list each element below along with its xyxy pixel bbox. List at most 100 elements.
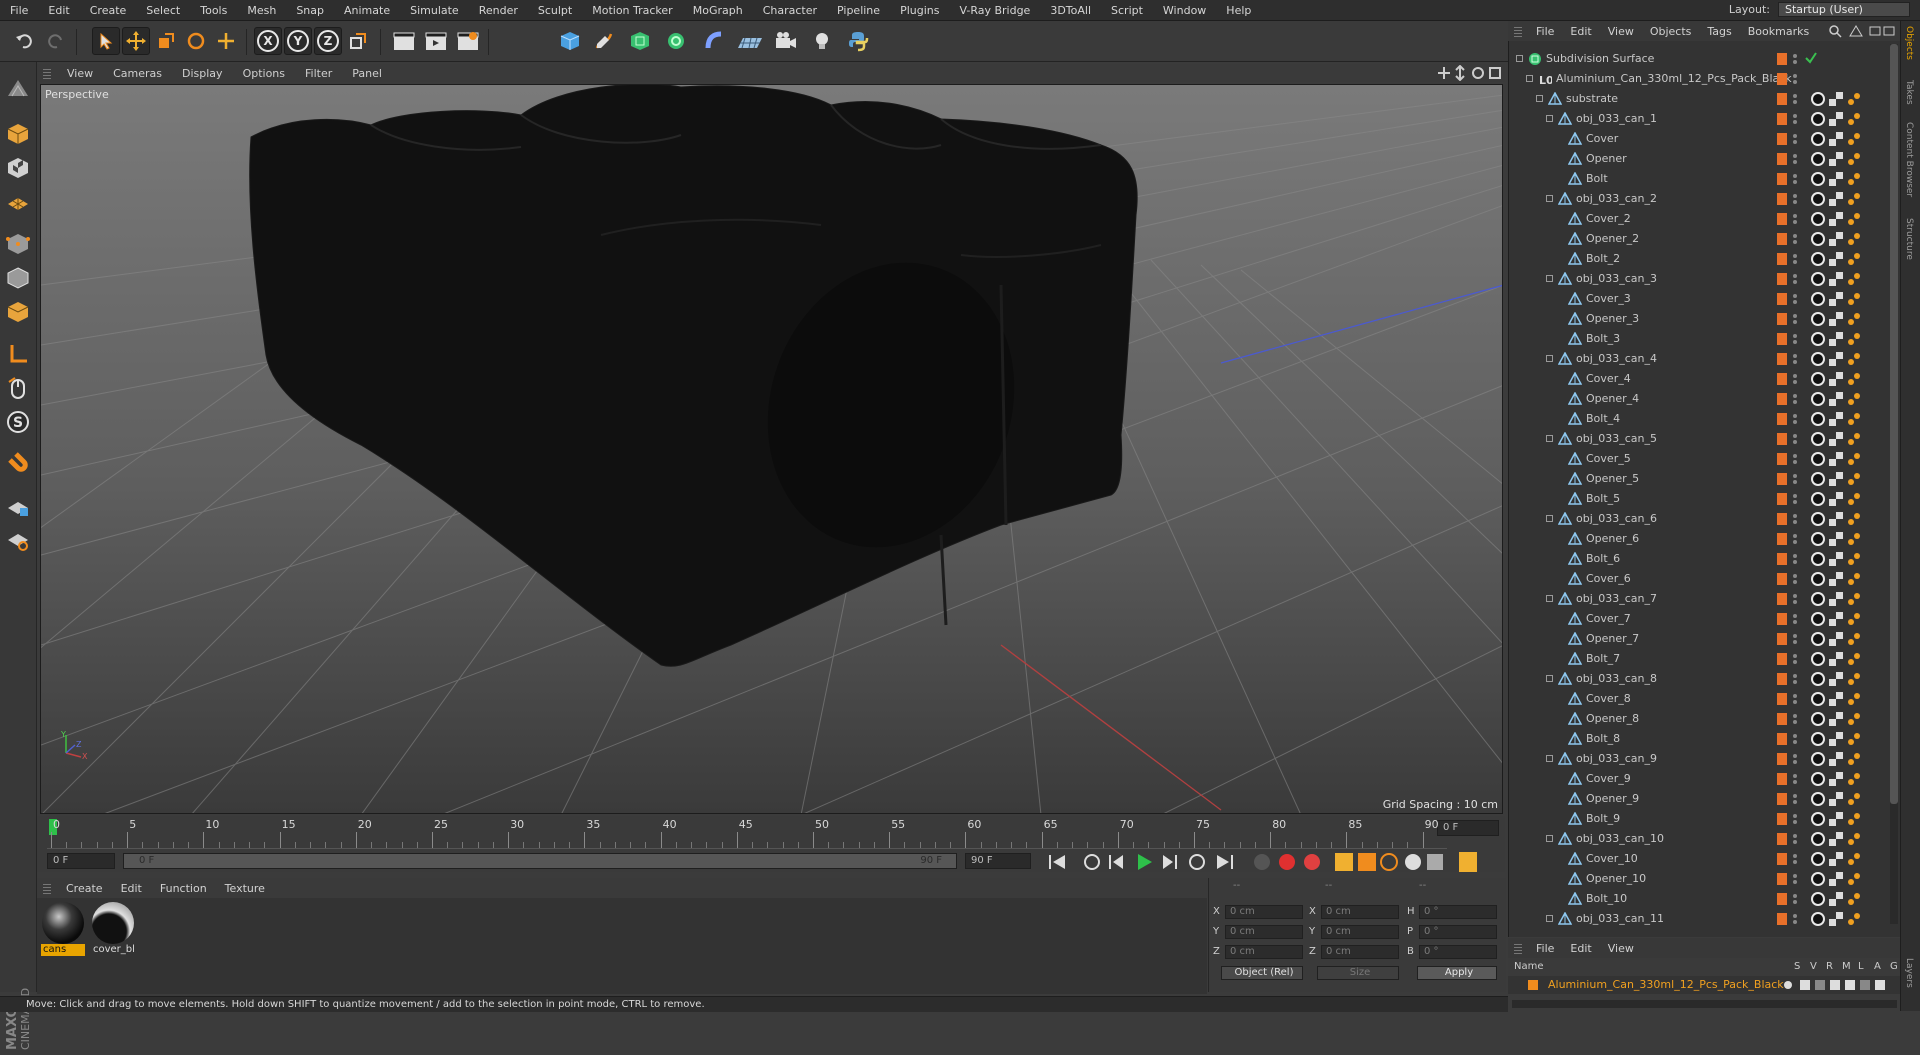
layer-color-tag[interactable] — [1777, 493, 1787, 505]
material-tag-icon[interactable] — [1810, 771, 1826, 787]
phong-tag-icon[interactable] — [1846, 811, 1862, 827]
camera-button[interactable] — [772, 27, 800, 55]
material-tag-icon[interactable] — [1810, 191, 1826, 207]
menu-item[interactable]: Edit — [38, 4, 79, 17]
menu-item[interactable]: Tools — [190, 4, 237, 17]
layer-color-tag[interactable] — [1777, 293, 1787, 305]
object-row[interactable]: Cover_7 — [1508, 609, 1900, 629]
python-script-button[interactable] — [844, 27, 872, 55]
object-row[interactable]: L0 Aluminium_Can_330ml_12_Pcs_Pack_Black — [1508, 69, 1900, 89]
layer-color-tag[interactable] — [1777, 893, 1787, 905]
menu-item[interactable]: Help — [1216, 4, 1261, 17]
panel-grip[interactable] — [1514, 25, 1522, 37]
menu-item[interactable]: Select — [136, 4, 190, 17]
visibility-dots[interactable] — [1792, 913, 1798, 925]
material-tag-icon[interactable] — [1810, 391, 1826, 407]
texture-tag-icon[interactable] — [1828, 371, 1844, 387]
material-menu-item[interactable]: Texture — [216, 882, 274, 895]
material-tag-icon[interactable] — [1810, 591, 1826, 607]
layer-column-header[interactable]: S — [1794, 961, 1800, 972]
material-tag-icon[interactable] — [1810, 511, 1826, 527]
select-tool-button[interactable] — [92, 27, 120, 55]
layer-color-tag[interactable] — [1777, 753, 1787, 765]
3d-viewport[interactable] — [40, 84, 1503, 814]
object-row[interactable]: obj_033_can_9 — [1508, 749, 1900, 769]
tweak-mode-button[interactable] — [4, 374, 32, 402]
tree-expander[interactable] — [1546, 435, 1553, 442]
layer-color-tag[interactable] — [1777, 233, 1787, 245]
visibility-dots[interactable] — [1792, 893, 1798, 905]
render-settings-button[interactable] — [454, 27, 482, 55]
phong-tag-icon[interactable] — [1846, 431, 1862, 447]
current-frame-field[interactable]: 0 F — [1437, 820, 1499, 836]
texture-tag-icon[interactable] — [1828, 891, 1844, 907]
render-view-button[interactable] — [390, 27, 418, 55]
object-row[interactable]: obj_033_can_6 — [1508, 509, 1900, 529]
snapping-button[interactable]: S — [4, 408, 32, 436]
pen-spline-button[interactable] — [590, 27, 618, 55]
menu-item[interactable]: File — [0, 4, 38, 17]
object-row[interactable]: Cover_9 — [1508, 769, 1900, 789]
material-tag-icon[interactable] — [1810, 451, 1826, 467]
playback-buttons[interactable] — [1037, 851, 1507, 873]
cloner-button[interactable] — [662, 27, 690, 55]
texture-tag-icon[interactable] — [1828, 431, 1844, 447]
layer-color-tag[interactable] — [1777, 713, 1787, 725]
om-search-controls[interactable] — [1828, 24, 1896, 38]
phong-tag-icon[interactable] — [1846, 351, 1862, 367]
menu-item[interactable]: Motion Tracker — [582, 4, 682, 17]
phong-tag-icon[interactable] — [1846, 771, 1862, 787]
object-row[interactable]: Cover_6 — [1508, 569, 1900, 589]
phong-tag-icon[interactable] — [1846, 231, 1862, 247]
texture-tag-icon[interactable] — [1828, 411, 1844, 427]
tree-expander[interactable] — [1526, 75, 1533, 82]
om-scrollbar[interactable] — [1890, 44, 1898, 924]
object-row[interactable]: Bolt — [1508, 169, 1900, 189]
material-tag-icon[interactable] — [1810, 631, 1826, 647]
phong-tag-icon[interactable] — [1846, 671, 1862, 687]
layer-column-header[interactable]: G — [1890, 961, 1898, 972]
phong-tag-icon[interactable] — [1846, 291, 1862, 307]
visibility-dots[interactable] — [1792, 53, 1798, 65]
material-tag-icon[interactable] — [1810, 91, 1826, 107]
edges-mode-button[interactable] — [4, 264, 32, 292]
layer-color-tag[interactable] — [1777, 573, 1787, 585]
phong-tag-icon[interactable] — [1846, 831, 1862, 847]
workplane-rotate-button[interactable] — [4, 526, 32, 554]
layer-color-tag[interactable] — [1777, 453, 1787, 465]
phong-tag-icon[interactable] — [1846, 151, 1862, 167]
phong-tag-icon[interactable] — [1846, 731, 1862, 747]
texture-tag-icon[interactable] — [1828, 511, 1844, 527]
y-axis-lock-button[interactable]: Y — [284, 27, 312, 55]
visibility-dots[interactable] — [1792, 353, 1798, 365]
texture-tag-icon[interactable] — [1828, 791, 1844, 807]
layer-color-tag[interactable] — [1777, 373, 1787, 385]
phong-tag-icon[interactable] — [1846, 631, 1862, 647]
layer-color-tag[interactable] — [1777, 173, 1787, 185]
viewport-menu-item[interactable]: Panel — [342, 67, 392, 80]
texture-tag-icon[interactable] — [1828, 271, 1844, 287]
object-row[interactable]: Opener_6 — [1508, 529, 1900, 549]
om-menu-item[interactable]: File — [1528, 25, 1562, 38]
layer-color-tag[interactable] — [1777, 393, 1787, 405]
material-tag-icon[interactable] — [1810, 131, 1826, 147]
layer-color-tag[interactable] — [1777, 633, 1787, 645]
visibility-dots[interactable] — [1792, 113, 1798, 125]
layer-menu-item[interactable]: View — [1600, 942, 1642, 955]
phong-tag-icon[interactable] — [1846, 551, 1862, 567]
layer-column-header[interactable]: Name — [1514, 961, 1544, 972]
object-row[interactable]: Subdivision Surface — [1508, 49, 1900, 69]
material-tag-icon[interactable] — [1810, 891, 1826, 907]
phong-tag-icon[interactable] — [1846, 711, 1862, 727]
phong-tag-icon[interactable] — [1846, 131, 1862, 147]
object-row[interactable]: Cover_2 — [1508, 209, 1900, 229]
material-tag-icon[interactable] — [1810, 711, 1826, 727]
phong-tag-icon[interactable] — [1846, 331, 1862, 347]
layer-color-tag[interactable] — [1777, 133, 1787, 145]
rotation-b-field[interactable]: 0 ° — [1419, 945, 1497, 959]
texture-tag-icon[interactable] — [1828, 171, 1844, 187]
menu-item[interactable]: Window — [1153, 4, 1216, 17]
material-menu-item[interactable]: Function — [151, 882, 216, 895]
make-editable-button[interactable] — [4, 74, 32, 102]
light-button[interactable] — [808, 27, 836, 55]
